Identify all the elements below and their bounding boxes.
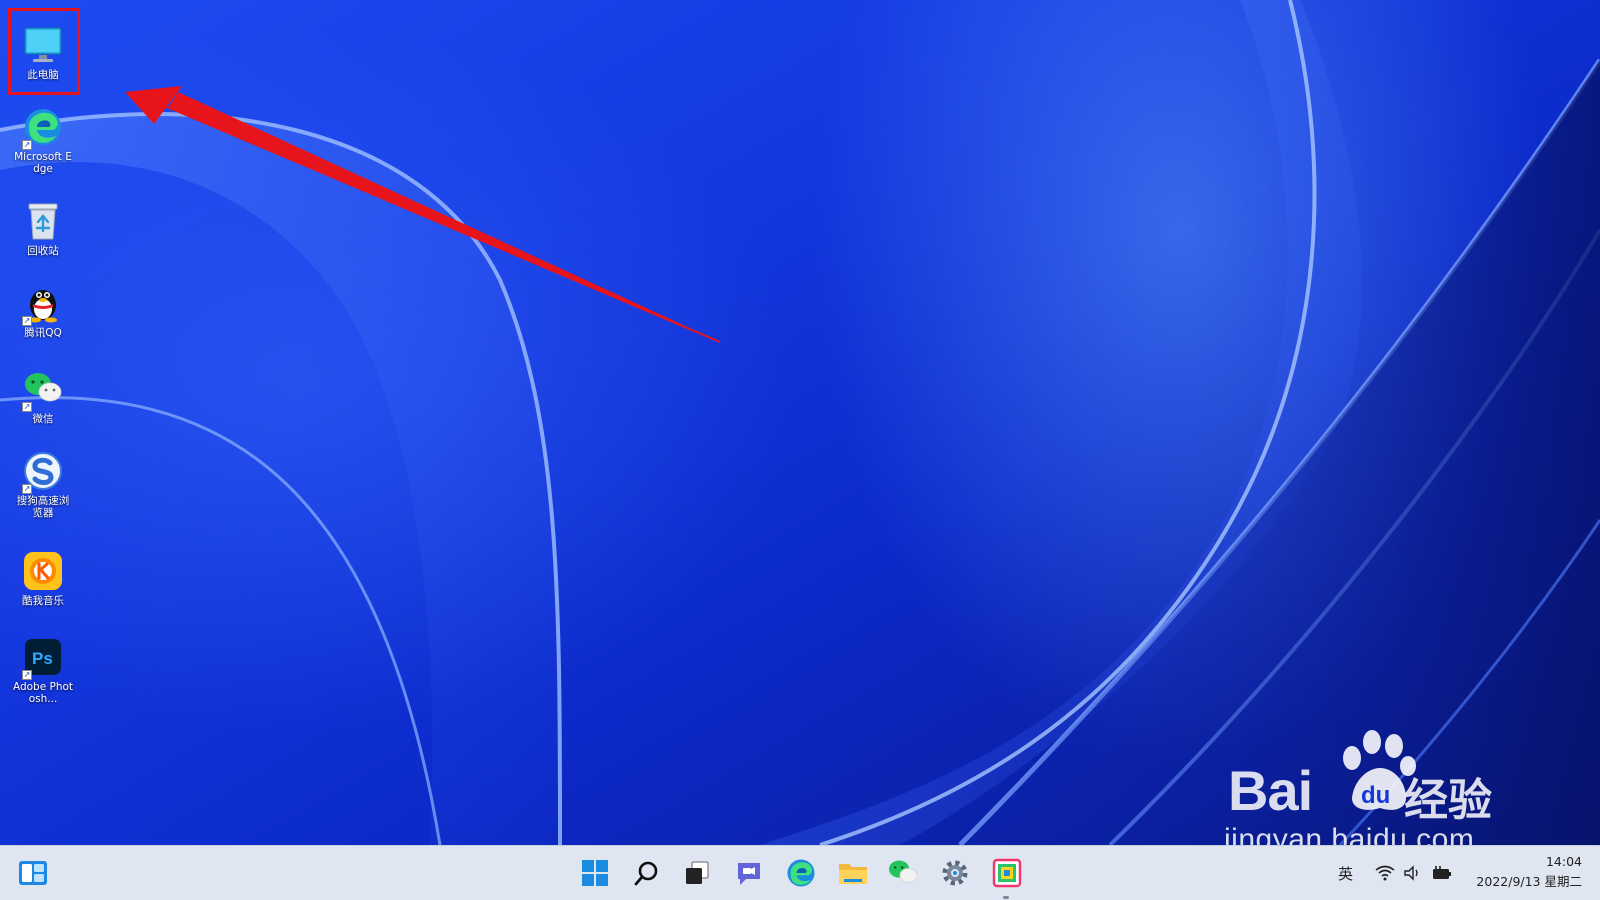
monitor-icon (22, 24, 64, 66)
watermark-brand-text: Bai (1228, 759, 1313, 822)
shortcut-arrow-icon: ↗ (22, 484, 32, 494)
edge-icon: ↗ (22, 106, 64, 150)
chat-icon (738, 863, 760, 885)
desktop-icon-sogou[interactable]: ↗ 搜狗高速浏览器 (12, 450, 74, 519)
music-app-icon (22, 550, 64, 592)
taskbar-wechat-button[interactable] (884, 854, 922, 892)
desktop-icon-label: 腾讯QQ (24, 327, 62, 339)
wechat-icon (889, 860, 918, 883)
desktop-icon-this-pc[interactable]: 此电脑 (12, 24, 74, 81)
watermark-product-text: 经验 (1404, 775, 1492, 826)
shortcut-arrow-icon: ↗ (22, 316, 32, 326)
watermark-url-text: jingyan.baidu.com (1224, 823, 1475, 845)
desktop-icon-label: 回收站 (27, 245, 59, 257)
chat-button[interactable] (730, 854, 768, 892)
desktop-icon-wechat[interactable]: ↗ 微信 (12, 368, 74, 425)
image-app-icon (992, 858, 1022, 888)
desktop-icon-label: 此电脑 (27, 69, 59, 81)
running-indicator (1003, 896, 1009, 899)
desktop-icon-recycle-bin[interactable]: 回收站 (12, 200, 74, 257)
shortcut-arrow-icon: ↗ (22, 670, 32, 680)
widgets-icon (19, 861, 47, 885)
wallpaper (0, 0, 1600, 845)
taskbar-edge-button[interactable] (782, 854, 820, 892)
svg-text:Ps: Ps (32, 649, 53, 668)
desktop-icon-label: 酷我音乐 (22, 595, 64, 607)
wechat-icon: ↗ (22, 368, 64, 412)
desktop-icon-edge[interactable]: ↗ Microsoft Edge (12, 106, 74, 175)
settings-button[interactable] (936, 854, 974, 892)
desktop-icon-label: Adobe Photosh... (12, 681, 74, 705)
desktop-icon-kugou[interactable]: 酷我音乐 (12, 550, 74, 607)
shortcut-arrow-icon: ↗ (22, 402, 32, 412)
input-method-indicator[interactable]: 英 (1338, 846, 1353, 900)
desktop-icon-photoshop[interactable]: Ps ↗ Adobe Photosh... (12, 636, 74, 705)
edge-icon (787, 859, 815, 887)
sogou-browser-icon: ↗ (22, 450, 64, 494)
battery-power-icon[interactable] (1430, 863, 1452, 883)
desktop-icon-qq[interactable]: ↗ 腾讯QQ (12, 282, 74, 339)
file-explorer-button[interactable] (834, 854, 872, 892)
shortcut-arrow-icon: ↗ (22, 140, 32, 150)
image-app-button[interactable] (988, 854, 1026, 892)
baidu-jingyan-watermark: du Bai 经验 jingyan.baidu.com (1224, 728, 1518, 845)
taskbar: 英 14:04 2022/9/13 星期二 (0, 845, 1600, 900)
task-view-button[interactable] (678, 854, 716, 892)
desktop-icon-label: Microsoft Edge (14, 151, 72, 175)
desktop-icon-label: 微信 (32, 413, 54, 425)
search-icon (634, 861, 658, 886)
task-view-icon (686, 861, 709, 884)
desktop[interactable]: 此电脑 ↗ Microsoft Edge 回收站 ↗ 腾讯QQ ↗ 微信 ↗ 搜… (0, 0, 1600, 845)
volume-icon[interactable] (1402, 863, 1424, 883)
photoshop-icon: Ps ↗ (22, 636, 64, 680)
recycle-bin-icon (22, 200, 64, 242)
clock-time: 14:04 (1545, 854, 1582, 869)
settings-gear-icon (942, 860, 968, 886)
clock-date: 2022/9/13 星期二 (1476, 874, 1582, 889)
widgets-button[interactable] (14, 854, 52, 892)
desktop-icon-label: 搜狗高速浏览器 (16, 495, 70, 519)
search-button[interactable] (628, 854, 666, 892)
start-icon (582, 860, 608, 886)
file-explorer-icon (839, 864, 867, 884)
watermark-du-text: du (1361, 782, 1390, 809)
clock[interactable]: 14:04 2022/9/13 星期二 (1476, 852, 1582, 892)
wifi-icon[interactable] (1374, 863, 1396, 883)
qq-penguin-icon: ↗ (22, 282, 64, 326)
start-button[interactable] (576, 854, 614, 892)
